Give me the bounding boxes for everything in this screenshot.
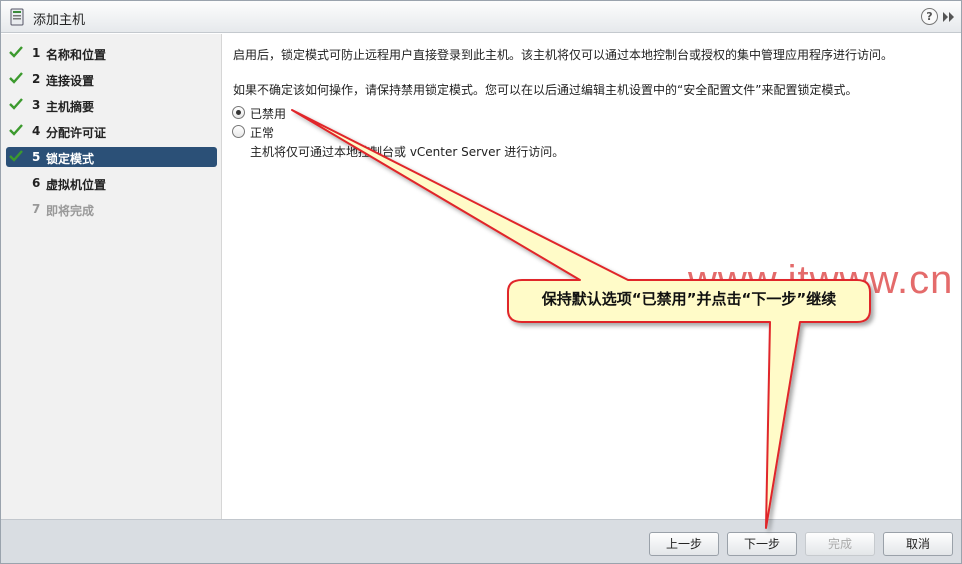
- check-icon: [9, 124, 23, 136]
- disabled-radio-label[interactable]: 已禁用: [250, 105, 286, 122]
- step-label: 锁定模式: [46, 152, 95, 166]
- intro-text: 启用后，锁定模式可防止远程用户直接登录到此主机。该主机将仅可以通过本地控制台或授…: [233, 48, 894, 62]
- disabled-radio[interactable]: [232, 106, 245, 119]
- step-number: 2: [32, 72, 41, 86]
- step-label: 名称和位置: [46, 48, 107, 62]
- step-item[interactable]: 1 名称和位置: [6, 43, 217, 63]
- host-icon: [10, 8, 24, 26]
- normal-radio[interactable]: [232, 125, 245, 138]
- step-number: 4: [32, 124, 41, 138]
- step-item[interactable]: 2 连接设置: [6, 69, 217, 89]
- step-number: 3: [32, 98, 41, 112]
- expand-icon[interactable]: [942, 10, 956, 24]
- step-item: 7 即将完成: [6, 199, 217, 219]
- wizard-steps-sidebar: 1 名称和位置 2 连接设置 3 主机摘要 4 分配许可证 5 锁定模式 6 虚…: [1, 34, 222, 519]
- step-number: 1: [32, 46, 41, 60]
- step-item[interactable]: 6 虚拟机位置: [6, 173, 217, 193]
- cancel-button[interactable]: 取消: [883, 532, 953, 556]
- normal-description: 主机将仅可通过本地控制台或 vCenter Server 进行访问。: [250, 145, 565, 159]
- check-icon: [9, 98, 23, 110]
- dialog-title: 添加主机: [33, 13, 86, 28]
- normal-radio-label[interactable]: 正常: [250, 124, 274, 141]
- step-number: 6: [32, 176, 41, 190]
- step-number: 5: [32, 150, 41, 164]
- hint-text: 如果不确定该如何操作，请保持禁用锁定模式。您可以在以后通过编辑主机设置中的“安全…: [233, 83, 858, 97]
- step-item[interactable]: 4 分配许可证: [6, 121, 217, 141]
- step-item-active[interactable]: 5 锁定模式: [6, 147, 217, 167]
- check-icon: [9, 46, 23, 58]
- title-bar: 添加主机 ?: [1, 1, 961, 33]
- next-button[interactable]: 下一步: [727, 532, 797, 556]
- step-label: 分配许可证: [46, 126, 107, 140]
- step-number: 7: [32, 202, 41, 216]
- check-icon: [9, 150, 23, 162]
- check-icon: [9, 72, 23, 84]
- step-label: 连接设置: [46, 74, 95, 88]
- step-label: 虚拟机位置: [46, 178, 107, 192]
- finish-button: 完成: [805, 532, 875, 556]
- back-button[interactable]: 上一步: [649, 532, 719, 556]
- wizard-footer: 上一步 下一步 完成 取消: [1, 519, 961, 563]
- callout-text: 保持默认选项“已禁用”并点击“下一步”继续: [541, 290, 837, 308]
- step-label: 即将完成: [46, 204, 95, 218]
- help-button[interactable]: ?: [921, 8, 938, 25]
- step-item[interactable]: 3 主机摘要: [6, 95, 217, 115]
- step-label: 主机摘要: [46, 100, 95, 114]
